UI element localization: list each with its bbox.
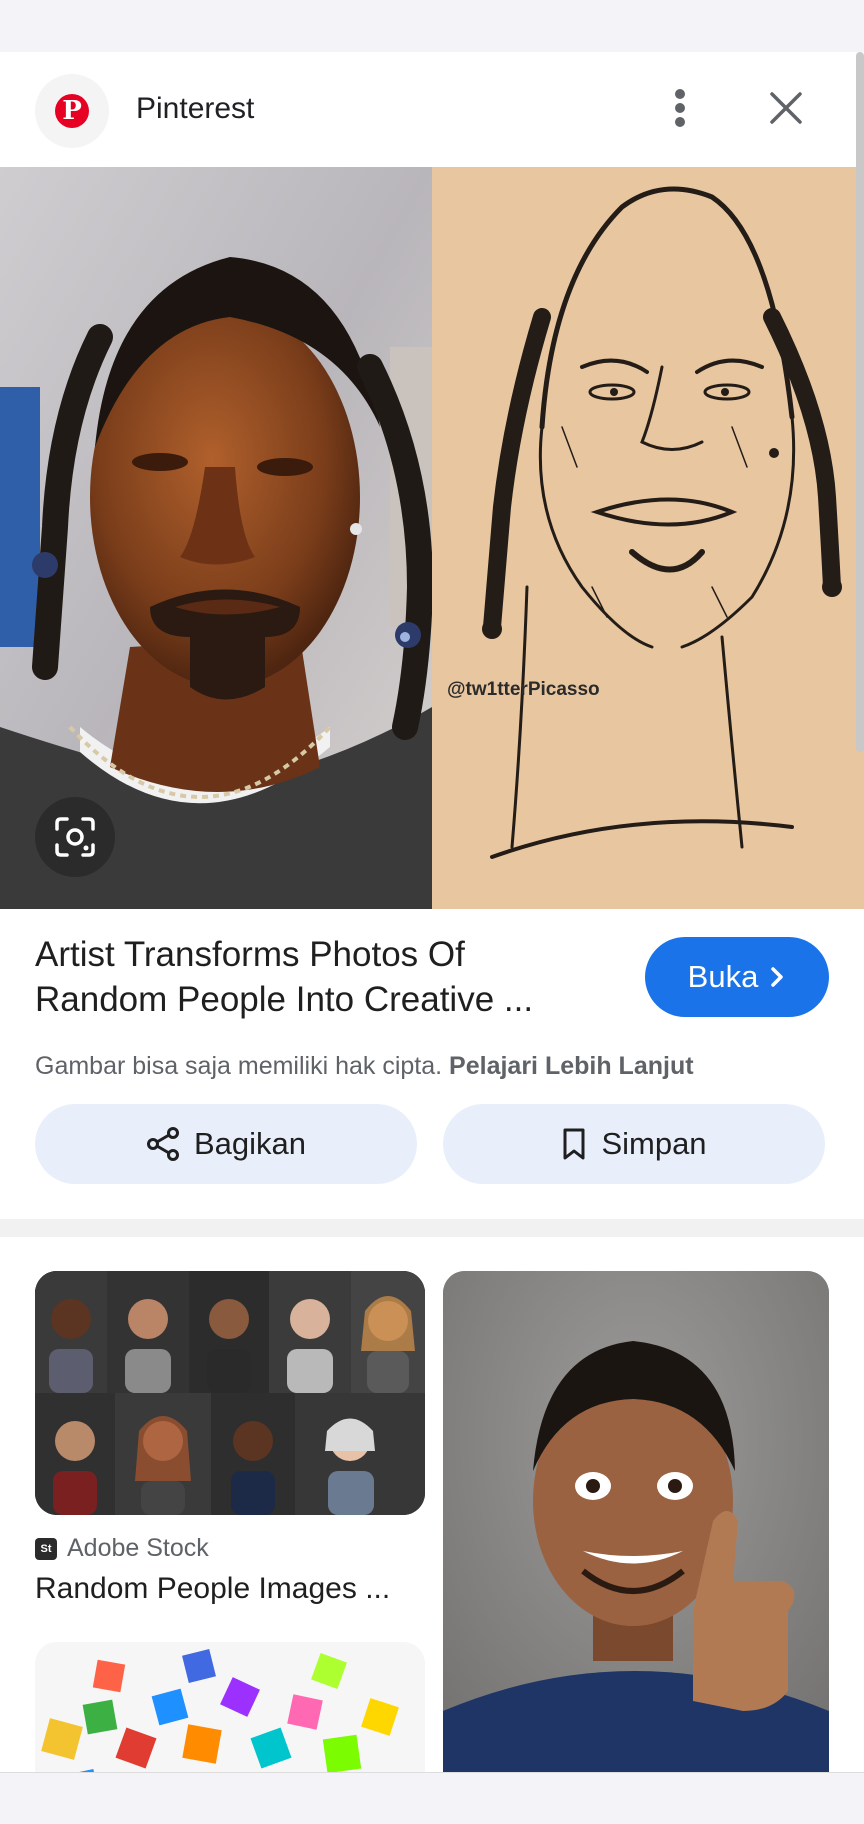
learn-more-link[interactable]: Pelajari Lebih Lanjut — [449, 1052, 694, 1080]
section-divider — [0, 1219, 864, 1237]
related-image-portraits[interactable] — [35, 1271, 425, 1515]
card1-source-name: Adobe Stock — [67, 1534, 209, 1562]
adobe-stock-icon: St — [35, 1537, 57, 1560]
card1-title[interactable]: Random People Images ... — [35, 1572, 390, 1606]
copyright-text: Gambar bisa saja memiliki hak cipta. — [35, 1052, 443, 1080]
lens-icon — [55, 817, 95, 857]
pinterest-logo[interactable]: P — [35, 74, 109, 148]
share-icon — [146, 1127, 179, 1161]
related-image-thumbs-up[interactable] — [443, 1271, 829, 1772]
image-watermark: @tw1tterPicasso — [447, 679, 600, 700]
more-vert-icon — [675, 89, 685, 127]
open-button[interactable]: Buka — [645, 937, 829, 1017]
related-image-cubes[interactable] — [35, 1642, 425, 1772]
google-lens-button[interactable] — [35, 797, 115, 877]
drawing-half — [432, 167, 864, 909]
main-image[interactable] — [0, 167, 864, 909]
pinterest-logo-icon: P — [55, 94, 89, 128]
close-icon — [770, 92, 802, 124]
share-button-label: Bagikan — [193, 1126, 307, 1161]
detail-header: P Pinterest — [0, 52, 864, 167]
status-bar-area — [0, 0, 864, 52]
thumbs-up-photo — [443, 1271, 829, 1772]
colorful-cubes-image — [35, 1642, 425, 1772]
card1-source[interactable]: St Adobe Stock — [35, 1534, 209, 1563]
save-button[interactable]: Simpan — [443, 1104, 825, 1184]
image-detail-sheet: P Pinterest @tw1tterPicasso Artist Trans… — [0, 52, 864, 1772]
page-scrollbar[interactable] — [856, 52, 864, 752]
open-button-label: Buka — [687, 959, 759, 994]
copyright-notice: Gambar bisa saja memiliki hak cipta. Pel… — [35, 1052, 694, 1081]
title-line-2: Random People Into Creative ... — [35, 980, 534, 1019]
close-button[interactable] — [760, 80, 812, 136]
bookmark-icon — [563, 1128, 585, 1160]
site-name[interactable]: Pinterest — [136, 92, 254, 126]
more-options-button[interactable] — [656, 80, 704, 136]
chevron-right-icon — [771, 967, 784, 987]
save-button-label: Simpan — [601, 1126, 707, 1161]
share-button[interactable]: Bagikan — [35, 1104, 417, 1184]
result-title[interactable]: Artist Transforms Photos Of Random Peopl… — [35, 932, 595, 1022]
portrait-grid-image — [35, 1271, 425, 1515]
title-line-1: Artist Transforms Photos Of — [35, 935, 465, 974]
navigation-bar-area — [0, 1772, 864, 1824]
